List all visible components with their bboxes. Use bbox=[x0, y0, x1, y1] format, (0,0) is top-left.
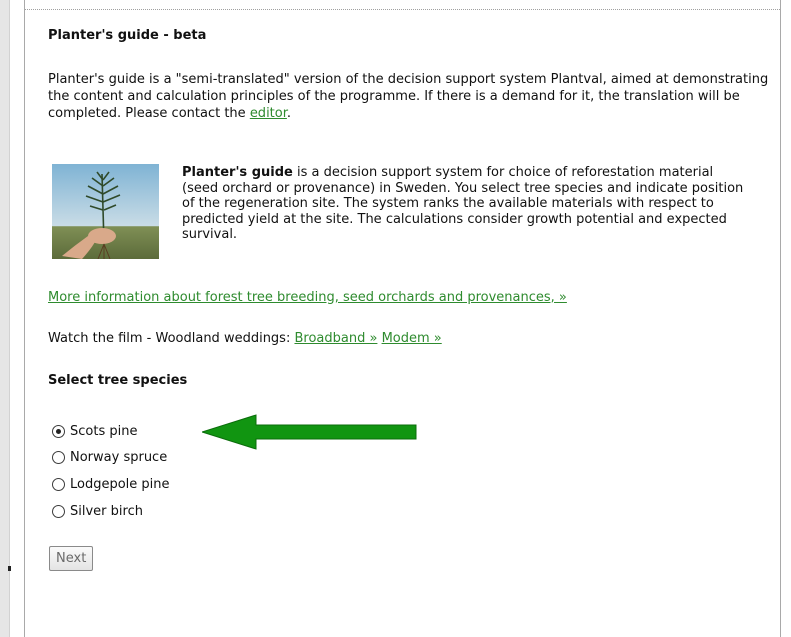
editor-link[interactable]: editor bbox=[250, 106, 287, 121]
left-arrow-icon bbox=[200, 414, 418, 454]
top-divider bbox=[25, 9, 780, 10]
content-frame: Planter's guide - beta Planter's guide i… bbox=[24, 0, 781, 637]
species-option-lodgepole-pine[interactable]: Lodgepole pine bbox=[52, 471, 170, 498]
left-window-strip bbox=[0, 0, 10, 637]
radio-scots-pine[interactable] bbox=[52, 424, 65, 438]
gutter-mark bbox=[8, 566, 11, 571]
page-title: Planter's guide - beta bbox=[48, 28, 207, 43]
modem-link[interactable]: Modem » bbox=[382, 331, 442, 346]
radio-lodgepole-pine[interactable] bbox=[52, 477, 65, 491]
next-button[interactable]: Next bbox=[49, 546, 94, 571]
species-option-silver-birch[interactable]: Silver birch bbox=[52, 498, 170, 525]
radio-norway-spruce[interactable] bbox=[52, 451, 65, 465]
radio-label: Norway spruce bbox=[70, 450, 168, 466]
radio-label: Lodgepole pine bbox=[70, 476, 170, 492]
radio-silver-birch[interactable] bbox=[52, 504, 65, 518]
system-description: Planter's guide is a decision support sy… bbox=[182, 165, 750, 243]
film-label: Watch the film - Woodland weddings: bbox=[48, 331, 295, 346]
intro-suffix: . bbox=[286, 106, 292, 121]
species-option-norway-spruce[interactable]: Norway spruce bbox=[52, 445, 170, 472]
seedling-photo bbox=[52, 164, 159, 259]
species-radio-group: Scots pine Norway spruce Lodgepole pine … bbox=[52, 418, 170, 524]
species-heading: Select tree species bbox=[48, 373, 188, 388]
film-line: Watch the film - Woodland weddings: Broa… bbox=[48, 331, 442, 346]
intro-paragraph: Planter's guide is a "semi-translated" v… bbox=[48, 71, 778, 122]
more-info-link[interactable]: More information about forest tree breed… bbox=[48, 290, 567, 305]
radio-label: Silver birch bbox=[70, 503, 143, 519]
intro-text: Planter's guide is a "semi-translated" v… bbox=[48, 72, 769, 121]
radio-label: Scots pine bbox=[70, 423, 138, 439]
species-option-scots-pine[interactable]: Scots pine bbox=[52, 418, 170, 445]
description-bold: Planter's guide bbox=[182, 165, 293, 180]
broadband-link[interactable]: Broadband » bbox=[294, 331, 377, 346]
